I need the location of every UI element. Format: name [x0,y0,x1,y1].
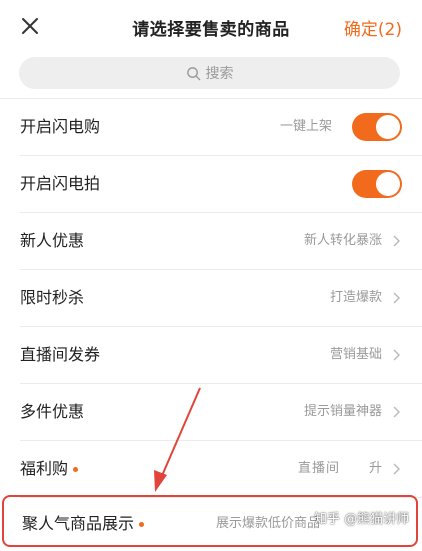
flash-buy-toggle[interactable] [352,113,402,141]
row-desc: 营销基础 [329,347,382,362]
row-label: 开启闪电拍 [20,174,101,193]
row-desc: 直播间 [297,461,340,476]
chevron-right-icon [392,292,402,304]
row-label: 直播间发券 [20,345,101,364]
row-welfare-buy[interactable]: 福利购 直播间 升 [20,441,422,498]
confirm-button[interactable]: 确定(2) [344,15,402,40]
row-multi-discount[interactable]: 多件优惠 提示销量神器 [20,384,422,441]
row-label: 多件优惠 [20,402,85,421]
search-placeholder: 搜索 [205,66,234,82]
toggle-knob [376,172,400,196]
chevron-right-icon [392,349,402,361]
row-desc: 新人转化暴涨 [303,233,382,248]
row-flash-buy[interactable]: 开启闪电购 一键上架 [20,99,422,156]
row-label: 新人优惠 [20,231,85,250]
row-desc-b: 升 [368,461,382,476]
watermark: 知乎 @熊猫讲师 [314,512,410,527]
chevron-right-icon [392,406,402,418]
new-dot-badge [139,522,145,527]
search-input[interactable]: 搜索 [19,57,400,89]
row-flash-sale[interactable]: 限时秒杀 打造爆款 [20,270,422,327]
chevron-right-icon [392,235,402,247]
row-label-text: 福利购 [20,459,69,478]
row-live-coupon[interactable]: 直播间发券 营销基础 [20,327,422,384]
row-label-text: 聚人气商品展示 [22,514,135,533]
row-label: 福利购 [20,441,79,497]
toggle-knob [376,115,400,139]
header: 请选择要售卖的商品 确定(2) [0,0,422,52]
row-label: 限时秒杀 [20,288,85,307]
row-label: 开启闪电购 [20,117,101,136]
row-desc: 提示销量神器 [303,404,382,419]
search-icon [186,66,200,80]
chevron-right-icon [392,463,402,475]
row-desc: 打造爆款 [329,290,382,305]
new-dot-badge [73,467,79,472]
flash-auction-toggle[interactable] [352,170,402,198]
row-newcomer-discount[interactable]: 新人优惠 新人转化暴涨 [20,213,422,270]
row-desc: 一键上架 [279,119,332,134]
row-flash-auction[interactable]: 开启闪电拍 [20,156,422,213]
option-list: 开启闪电购 一键上架 开启闪电拍 新人优惠 新人转化暴涨 限时秒杀 打造爆款 直… [0,99,422,498]
